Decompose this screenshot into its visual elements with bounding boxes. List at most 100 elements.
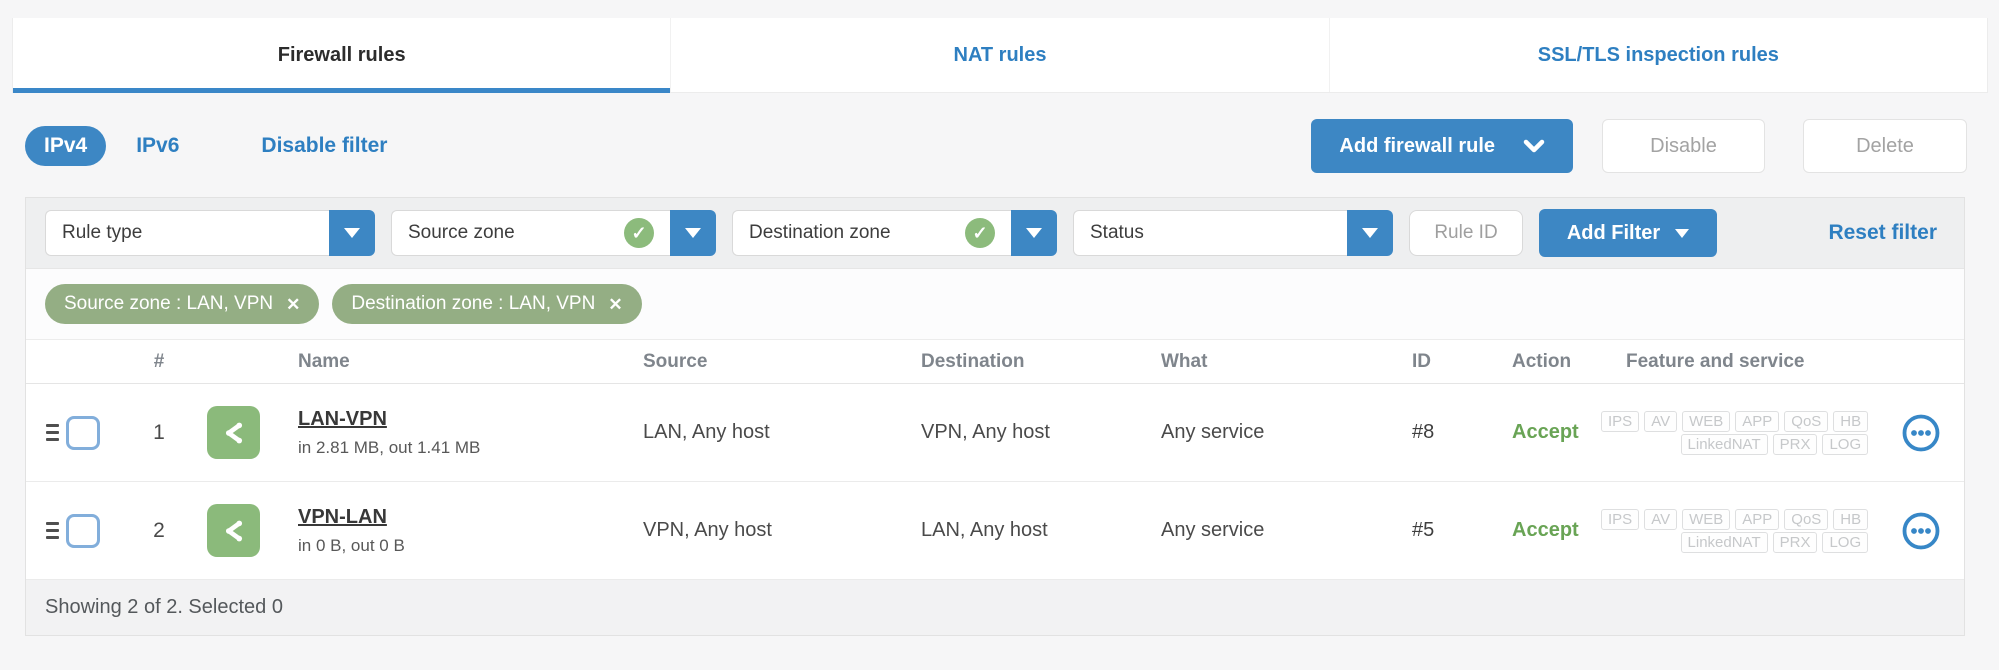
feature-badge: LOG <box>1822 531 1869 553</box>
feature-badges: IPS AV WEB APP QoS HB LinkedNAT PRX LOG <box>1601 409 1876 457</box>
firewall-rules-panel: Rule type Source zone ✓ Destination zone… <box>25 197 1965 636</box>
source-zone-dropdown-label: Source zone <box>408 222 515 243</box>
filter-chip-label: Destination zone : LAN, VPN <box>351 293 596 314</box>
header-action: Action <box>1512 350 1572 372</box>
rule-traffic-stats: in 2.81 MB, out 1.41 MB <box>298 437 481 457</box>
rule-source: VPN, Any host <box>643 519 772 541</box>
disable-button[interactable]: Disable <box>1602 119 1765 173</box>
filter-chip-source-zone: Source zone : LAN, VPN ✕ <box>45 284 320 324</box>
feature-badge: APP <box>1735 508 1780 530</box>
row-checkbox[interactable] <box>66 513 100 548</box>
disable-filter-link[interactable]: Disable filter <box>261 134 387 158</box>
active-filter-chips: Source zone : LAN, VPN ✕ Destination zon… <box>26 269 1964 340</box>
rule-destination: VPN, Any host <box>921 421 1050 443</box>
destination-zone-dropdown-button[interactable] <box>1011 210 1057 256</box>
share-glyph <box>225 422 242 443</box>
feature-badge: AV <box>1644 508 1678 530</box>
share-glyph <box>225 520 242 541</box>
toolbar: IPv4 IPv6 Disable filter Add firewall ru… <box>25 116 1967 176</box>
add-firewall-rule-button[interactable]: Add firewall rule <box>1311 119 1573 173</box>
table-row: 2 VPN-LAN in 0 B, out 0 B VPN, Any host … <box>26 482 1964 580</box>
source-zone-dropdown-button[interactable] <box>670 210 716 256</box>
feature-badge: HB <box>1833 508 1869 530</box>
rule-what: Any service <box>1161 519 1265 541</box>
delete-button[interactable]: Delete <box>1803 119 1967 173</box>
rule-id: #5 <box>1412 519 1435 541</box>
row-number: 2 <box>153 518 165 542</box>
caret-down-icon <box>1362 228 1378 238</box>
filter-chip-destination-zone: Destination zone : LAN, VPN ✕ <box>332 284 642 324</box>
feature-badge: QoS <box>1784 508 1829 530</box>
feature-badge: AV <box>1644 410 1678 432</box>
rule-type-tabbar: Firewall rules NAT rules SSL/TLS inspect… <box>12 18 1988 93</box>
header-feature-and-service: Feature and service <box>1626 350 1805 372</box>
table-row: 1 LAN-VPN in 2.81 MB, out 1.41 MB LAN, A… <box>26 384 1964 482</box>
tab-firewall-rules[interactable]: Firewall rules <box>13 18 671 93</box>
chevron-down-icon <box>1523 139 1545 153</box>
source-zone-dropdown-field[interactable]: Source zone ✓ <box>391 210 670 256</box>
destination-zone-dropdown[interactable]: Destination zone ✓ <box>732 210 1057 256</box>
drag-handle-icon[interactable] <box>46 522 59 539</box>
rule-source: LAN, Any host <box>643 421 770 443</box>
rule-name-link[interactable]: LAN-VPN <box>298 408 618 431</box>
status-dropdown[interactable]: Status <box>1073 210 1393 256</box>
delete-button-label: Delete <box>1856 134 1914 157</box>
ipv4-toggle[interactable]: IPv4 <box>25 126 107 166</box>
rule-type-dropdown-label: Rule type <box>62 222 143 243</box>
feature-badge: WEB <box>1682 508 1731 530</box>
tab-label: SSL/TLS inspection rules <box>1537 43 1779 66</box>
rule-type-dropdown[interactable]: Rule type <box>45 210 375 256</box>
caret-down-icon <box>344 228 360 238</box>
row-menu-button[interactable] <box>1876 412 1966 454</box>
rule-what: Any service <box>1161 421 1265 443</box>
drag-handle-icon[interactable] <box>46 424 59 441</box>
feature-badge: IPS <box>1601 508 1640 530</box>
destination-zone-dropdown-field[interactable]: Destination zone ✓ <box>732 210 1011 256</box>
rule-type-dropdown-field[interactable]: Rule type <box>45 210 329 256</box>
feature-badge: PRX <box>1772 531 1818 553</box>
rule-type-dropdown-button[interactable] <box>329 210 375 256</box>
tab-nat-rules[interactable]: NAT rules <box>670 18 1328 92</box>
ellipsis-circle-icon <box>1902 512 1940 549</box>
remove-filter-icon[interactable]: ✕ <box>608 296 622 313</box>
table-header-row: # Name Source Destination What ID Action… <box>26 340 1964 384</box>
rule-action: Accept <box>1512 421 1579 443</box>
header-name: Name <box>298 350 350 372</box>
rule-share-icon[interactable] <box>207 406 260 459</box>
remove-filter-icon[interactable]: ✕ <box>286 296 300 313</box>
row-checkbox[interactable] <box>66 415 100 450</box>
feature-badge: HB <box>1833 410 1869 432</box>
header-what: What <box>1161 350 1208 372</box>
header-number: # <box>153 350 165 372</box>
header-source: Source <box>643 350 708 372</box>
source-zone-dropdown[interactable]: Source zone ✓ <box>391 210 716 256</box>
rule-destination: LAN, Any host <box>921 519 1048 541</box>
rule-id-input[interactable] <box>1409 210 1523 256</box>
header-id: ID <box>1412 350 1431 372</box>
feature-badges: IPS AV WEB APP QoS HB LinkedNAT PRX LOG <box>1601 507 1876 555</box>
caret-down-icon <box>1675 228 1690 238</box>
feature-badge: LinkedNAT <box>1680 531 1768 553</box>
ipv6-toggle[interactable]: IPv6 <box>136 134 179 158</box>
caret-down-icon <box>1026 228 1042 238</box>
feature-badge: LOG <box>1822 433 1869 455</box>
feature-badge: LinkedNAT <box>1680 433 1768 455</box>
rule-name-link[interactable]: VPN-LAN <box>298 506 618 529</box>
header-destination: Destination <box>921 350 1025 372</box>
feature-badge: QoS <box>1784 410 1829 432</box>
disable-button-label: Disable <box>1650 134 1717 157</box>
status-dropdown-label: Status <box>1090 222 1144 243</box>
add-filter-button[interactable]: Add Filter <box>1539 209 1717 257</box>
row-number: 1 <box>153 420 165 444</box>
status-dropdown-field[interactable]: Status <box>1073 210 1347 256</box>
ellipsis-circle-icon <box>1902 414 1940 451</box>
rule-id: #8 <box>1412 421 1435 443</box>
feature-badge: APP <box>1735 410 1780 432</box>
filter-applied-check-icon: ✓ <box>965 218 995 248</box>
rule-share-icon[interactable] <box>207 504 260 557</box>
row-menu-button[interactable] <box>1876 510 1966 552</box>
reset-filter-link[interactable]: Reset filter <box>1828 221 1937 245</box>
status-dropdown-button[interactable] <box>1347 210 1393 256</box>
tab-ssl-tls-inspection-rules[interactable]: SSL/TLS inspection rules <box>1328 18 1987 92</box>
table-footer: Showing 2 of 2. Selected 0 <box>26 580 1964 635</box>
